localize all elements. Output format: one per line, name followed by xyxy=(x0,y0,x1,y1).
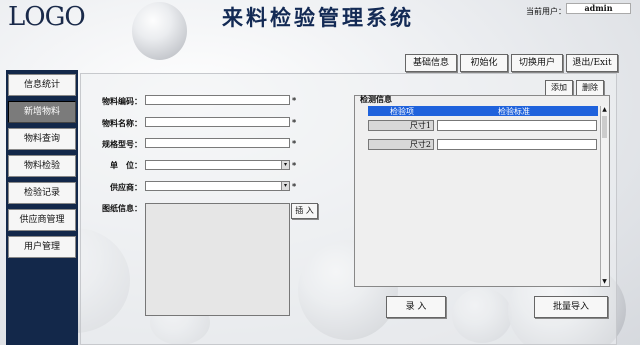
add-inspection-button[interactable]: 添加 xyxy=(545,80,573,96)
column-header-item: 检验项 xyxy=(390,107,414,116)
spec-model-label: 规格型号： xyxy=(102,139,142,149)
required-marker: * xyxy=(292,181,297,191)
unit-label: 单 位： xyxy=(110,160,142,170)
material-code-input[interactable] xyxy=(145,95,290,105)
sidebar-item-supplier-management[interactable]: 供应商管理 xyxy=(8,209,76,231)
logo: LOGO xyxy=(8,2,86,32)
submit-button[interactable]: 录 入 xyxy=(386,296,446,318)
inspection-row-standard-input[interactable] xyxy=(437,139,597,150)
column-header-standard: 检验标准 xyxy=(498,107,530,116)
drawing-preview-box[interactable] xyxy=(145,203,290,316)
current-user-label: 当前用户： xyxy=(526,7,566,16)
spec-model-input[interactable] xyxy=(145,138,290,148)
scroll-up-icon[interactable]: ▲ xyxy=(601,106,608,114)
required-marker: * xyxy=(292,95,297,105)
exit-button[interactable]: 退出/Exit xyxy=(566,54,618,72)
inspection-row-standard-input[interactable] xyxy=(437,120,597,131)
initialize-button[interactable]: 初始化 xyxy=(460,54,508,72)
app-title: 来料检验管理系统 xyxy=(222,5,414,30)
delete-inspection-button[interactable]: 删除 xyxy=(576,80,604,96)
drawing-info-label: 图纸信息： xyxy=(102,203,142,213)
material-name-label: 物料名称： xyxy=(102,118,142,128)
sidebar-item-inspection-records[interactable]: 检验记录 xyxy=(8,182,76,204)
supplier-select[interactable]: ▾ xyxy=(145,181,290,191)
inspection-grid-header: 检验项 检验标准 xyxy=(368,106,598,116)
switch-user-button[interactable]: 切换用户 xyxy=(511,54,563,72)
unit-select[interactable]: ▾ xyxy=(145,160,290,170)
inspection-row-name: 尺寸2 xyxy=(368,139,434,150)
required-marker: * xyxy=(292,138,297,148)
supplier-label: 供应商： xyxy=(110,182,142,192)
bulk-import-button[interactable]: 批量导入 xyxy=(534,296,608,318)
current-user-value: admin xyxy=(566,3,631,14)
material-name-input[interactable] xyxy=(145,117,290,127)
sidebar-item-user-management[interactable]: 用户管理 xyxy=(8,236,76,258)
required-marker: * xyxy=(292,160,297,170)
inspection-title: 检测信息 xyxy=(360,94,392,104)
basic-info-button[interactable]: 基础信息 xyxy=(405,54,457,72)
insert-drawing-button[interactable]: 插 入 xyxy=(291,203,318,219)
inspection-scrollbar[interactable]: ▲ ▼ xyxy=(600,106,608,286)
scroll-down-icon[interactable]: ▼ xyxy=(601,278,608,286)
chevron-down-icon[interactable]: ▾ xyxy=(281,161,289,169)
sidebar-item-add-material[interactable]: 新增物料 xyxy=(8,101,76,123)
required-marker: * xyxy=(292,117,297,127)
material-code-label: 物料编码： xyxy=(102,96,142,106)
inspection-row-name: 尺寸1 xyxy=(368,120,434,131)
decorative-sphere xyxy=(132,2,187,60)
scroll-thumb[interactable] xyxy=(602,116,607,138)
sidebar-item-material-inspection[interactable]: 物料检验 xyxy=(8,155,76,177)
sidebar-item-material-query[interactable]: 物料查询 xyxy=(8,128,76,150)
sidebar-item-statistics[interactable]: 信息统计 xyxy=(8,74,76,96)
chevron-down-icon[interactable]: ▾ xyxy=(281,182,289,190)
